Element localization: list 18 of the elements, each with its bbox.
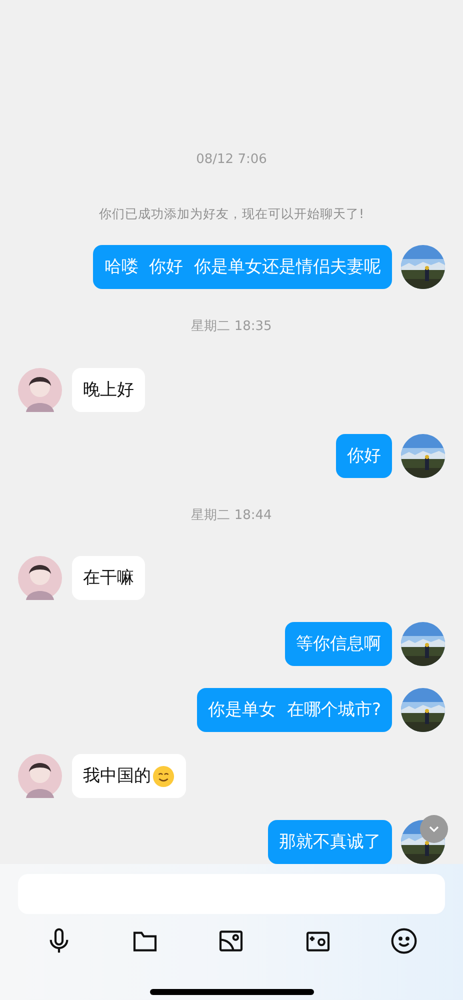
smiley-icon	[152, 764, 175, 788]
system-notice: 你们已成功添加为好友，现在可以开始聊天了!	[98, 204, 364, 222]
message-text: 我中国的	[83, 765, 151, 788]
emoji-icon[interactable]	[390, 927, 418, 956]
avatar-icon[interactable]	[18, 754, 62, 798]
sent-message: 你是单女 在哪个城市?	[197, 688, 392, 732]
message-text: 晚上好	[83, 378, 134, 402]
timestamp: 08/12 7:06	[196, 151, 267, 169]
message-text: 在干嘛	[83, 567, 134, 590]
avatar-icon[interactable]	[18, 556, 62, 600]
timestamp: 星期二 18:35	[191, 318, 272, 336]
message-input[interactable]	[18, 874, 445, 914]
sent-message: 你好	[336, 434, 392, 478]
timestamp: 星期二 18:44	[191, 506, 272, 525]
sent-message: 哈喽 你好 你是单女还是情侣夫妻呢	[93, 245, 392, 290]
avatar-icon[interactable]	[18, 368, 62, 412]
sent-message: 等你信息啊	[285, 622, 392, 666]
sent-message: 那就不真诚了	[268, 820, 392, 864]
